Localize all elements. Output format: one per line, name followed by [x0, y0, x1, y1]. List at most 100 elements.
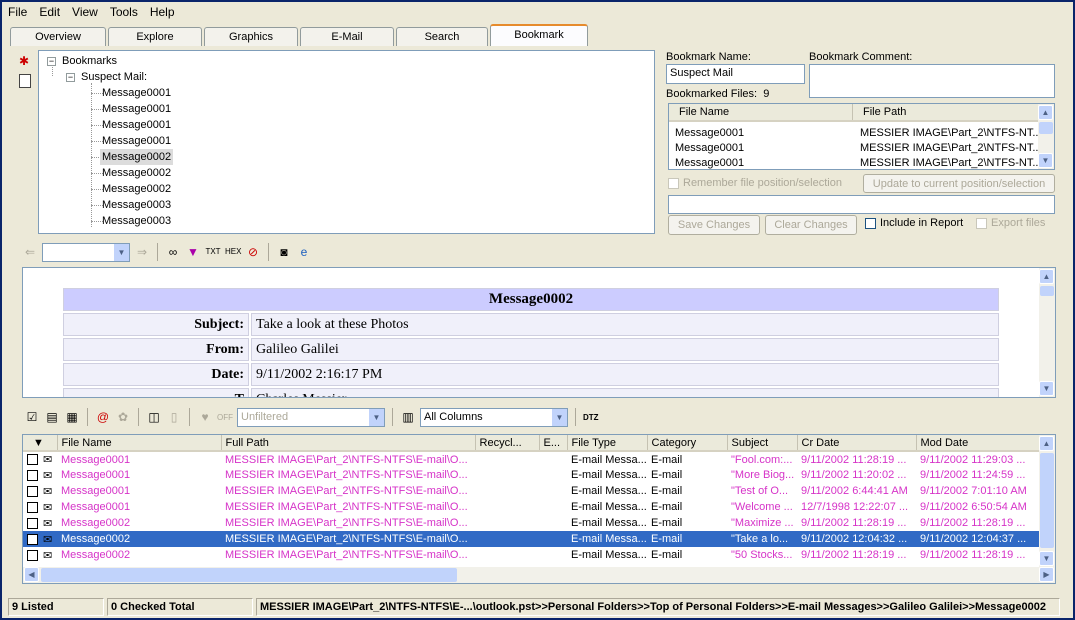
- tree-item[interactable]: Message0001: [102, 117, 171, 133]
- col-header-subject[interactable]: Subject: [727, 435, 798, 452]
- table-row[interactable]: ✉ Message0001 MESSIER IMAGE\Part_2\NTFS-NT…: [23, 499, 1040, 515]
- bookmarked-file-row[interactable]: Message0001 MESSIER IMAGE\Part_2\NTFS-NT.…: [675, 156, 1042, 169]
- col-header-e[interactable]: E...: [539, 435, 568, 452]
- tree-folder-suspect-mail[interactable]: − Suspect Mail:: [66, 69, 147, 85]
- scroll-up-icon[interactable]: ▲: [1039, 269, 1054, 284]
- table-row[interactable]: ✉ Message0002 MESSIER IMAGE\Part_2\NTFS-NT…: [23, 515, 1040, 531]
- filter-dropdown[interactable]: Unfiltered ▼: [237, 407, 385, 427]
- scroll-right-icon[interactable]: ▶: [1039, 567, 1054, 582]
- back-icon[interactable]: ⇐: [22, 244, 38, 260]
- tree-item-selected[interactable]: Message0002: [100, 149, 174, 165]
- tree-root[interactable]: − Bookmarks: [47, 53, 117, 69]
- split-view-icon[interactable]: ◫: [146, 409, 162, 425]
- table-row[interactable]: ✉ Message0001 MESSIER IMAGE\Part_2\NTFS-NT…: [23, 483, 1040, 499]
- clear-changes-button[interactable]: Clear Changes: [765, 215, 857, 235]
- table-row[interactable]: ✉ Message0002 MESSIER IMAGE\Part_2\NTFS-NT…: [23, 531, 1041, 547]
- page-icon[interactable]: ▯: [166, 409, 182, 425]
- scroll-down-icon[interactable]: ▼: [1039, 551, 1054, 566]
- tab-graphics[interactable]: Graphics: [204, 27, 298, 46]
- col-header-full-path[interactable]: Full Path: [221, 435, 476, 452]
- list-view-icon[interactable]: ▤: [44, 409, 60, 425]
- check-all-icon[interactable]: ☑: [24, 409, 40, 425]
- history-dropdown[interactable]: ▼: [42, 242, 130, 262]
- tree-item[interactable]: Message0001: [102, 101, 171, 117]
- no-sign-icon[interactable]: ⊘: [245, 244, 261, 260]
- bookmarked-file-row[interactable]: Message0001 MESSIER IMAGE\Part_2\NTFS-NT.…: [675, 141, 1042, 156]
- scroll-thumb[interactable]: [1040, 453, 1054, 548]
- menu-help[interactable]: Help: [150, 5, 175, 19]
- menu-tools[interactable]: Tools: [110, 5, 138, 19]
- text-icon[interactable]: TXT: [205, 244, 221, 260]
- table-row[interactable]: ✉ Message0001 MESSIER IMAGE\Part_2\NTFS-NT…: [23, 467, 1040, 483]
- preview-scrollbar[interactable]: ▲ ▼: [1039, 268, 1055, 397]
- scroll-thumb[interactable]: [1039, 122, 1053, 134]
- scroll-down-icon[interactable]: ▼: [1039, 381, 1054, 396]
- scroll-left-icon[interactable]: ◀: [24, 567, 39, 582]
- row-checkbox[interactable]: [23, 483, 39, 499]
- table-row[interactable]: ✉ Message0002 MESSIER IMAGE\Part_2\NTFS-NT…: [23, 547, 1040, 563]
- tab-bookmark[interactable]: Bookmark: [490, 24, 588, 46]
- hex-icon[interactable]: HEX: [225, 244, 241, 260]
- files-list-scrollbar[interactable]: ▲ ▼: [1038, 104, 1054, 169]
- scroll-down-icon[interactable]: ▼: [1038, 153, 1053, 168]
- menu-view[interactable]: View: [72, 5, 98, 19]
- bookmark-comment-input[interactable]: [809, 64, 1055, 98]
- ie-icon[interactable]: e: [296, 244, 312, 260]
- col-header-category[interactable]: Category: [647, 435, 728, 452]
- filter-heart-icon[interactable]: ♥: [197, 409, 213, 425]
- bookmarked-file-row[interactable]: Message0001 MESSIER IMAGE\Part_2\NTFS-NT.…: [675, 126, 1042, 141]
- scroll-up-icon[interactable]: ▲: [1039, 436, 1054, 451]
- grid-view-icon[interactable]: ▦: [64, 409, 80, 425]
- menu-edit[interactable]: Edit: [39, 5, 60, 19]
- columns-dropdown[interactable]: All Columns ▼: [420, 407, 568, 427]
- bookmark-name-input[interactable]: Suspect Mail: [666, 64, 805, 84]
- glasses-icon[interactable]: ∞: [165, 244, 181, 260]
- col-header-file-path[interactable]: File Path: [853, 104, 1039, 120]
- table-row[interactable]: ✉ Message0001 MESSIER IMAGE\Part_2\NTFS-NT…: [23, 451, 1040, 467]
- export-files-checkbox[interactable]: Export files: [976, 217, 1045, 229]
- scroll-thumb[interactable]: [1040, 286, 1054, 296]
- row-checkbox[interactable]: [23, 451, 39, 467]
- row-checkbox[interactable]: [23, 499, 39, 515]
- email-search-icon[interactable]: @: [95, 409, 111, 425]
- col-header-cr-date[interactable]: Cr Date: [797, 435, 917, 452]
- scroll-up-icon[interactable]: ▲: [1038, 105, 1053, 120]
- forward-icon[interactable]: ⇒: [134, 244, 150, 260]
- row-checkbox[interactable]: [23, 467, 39, 483]
- row-checkbox[interactable]: [23, 515, 39, 531]
- tree-item[interactable]: Message0001: [102, 85, 171, 101]
- col-header-file-type[interactable]: File Type: [567, 435, 648, 452]
- col-header-file-name[interactable]: File Name: [669, 104, 853, 120]
- position-input[interactable]: [668, 195, 1055, 214]
- document-icon[interactable]: [19, 74, 31, 88]
- gallery-icon[interactable]: ✿: [115, 409, 131, 425]
- scroll-thumb[interactable]: [41, 568, 457, 582]
- row-checkbox[interactable]: [23, 547, 39, 563]
- tab-search[interactable]: Search: [396, 27, 488, 46]
- grid-hscrollbar[interactable]: ◀ ▶: [23, 567, 1055, 583]
- tree-item[interactable]: Message0003: [102, 197, 171, 213]
- columns-icon[interactable]: ▥: [400, 409, 416, 425]
- col-header-file-name[interactable]: File Name: [57, 435, 222, 452]
- tab-explore[interactable]: Explore: [108, 27, 202, 46]
- tree-item[interactable]: Message0001: [102, 133, 171, 149]
- remember-position-checkbox[interactable]: Remember file position/selection: [668, 177, 842, 189]
- collapse-icon[interactable]: −: [66, 72, 75, 82]
- col-header-recycled[interactable]: Recycl...: [475, 435, 540, 452]
- menu-file[interactable]: File: [8, 5, 27, 19]
- tab-overview[interactable]: Overview: [10, 27, 106, 46]
- dtz-label[interactable]: DTZ: [583, 413, 599, 422]
- row-checkbox[interactable]: [23, 531, 39, 547]
- include-in-report-checkbox[interactable]: Include in Report: [865, 217, 963, 229]
- update-position-button[interactable]: Update to current position/selection: [863, 174, 1055, 193]
- sort-icon[interactable]: ▼: [23, 435, 58, 452]
- grid-vscrollbar[interactable]: ▲ ▼: [1039, 435, 1055, 567]
- tree-item[interactable]: Message0002: [102, 165, 171, 181]
- camera-icon[interactable]: ◙: [276, 244, 292, 260]
- tree-item[interactable]: Message0003: [102, 213, 171, 229]
- filter-icon[interactable]: ▼: [185, 244, 201, 260]
- save-changes-button[interactable]: Save Changes: [668, 215, 760, 235]
- tree-item[interactable]: Message0002: [102, 181, 171, 197]
- bookmark-add-icon[interactable]: ✱: [16, 54, 32, 70]
- tab-email[interactable]: E-Mail: [300, 27, 394, 46]
